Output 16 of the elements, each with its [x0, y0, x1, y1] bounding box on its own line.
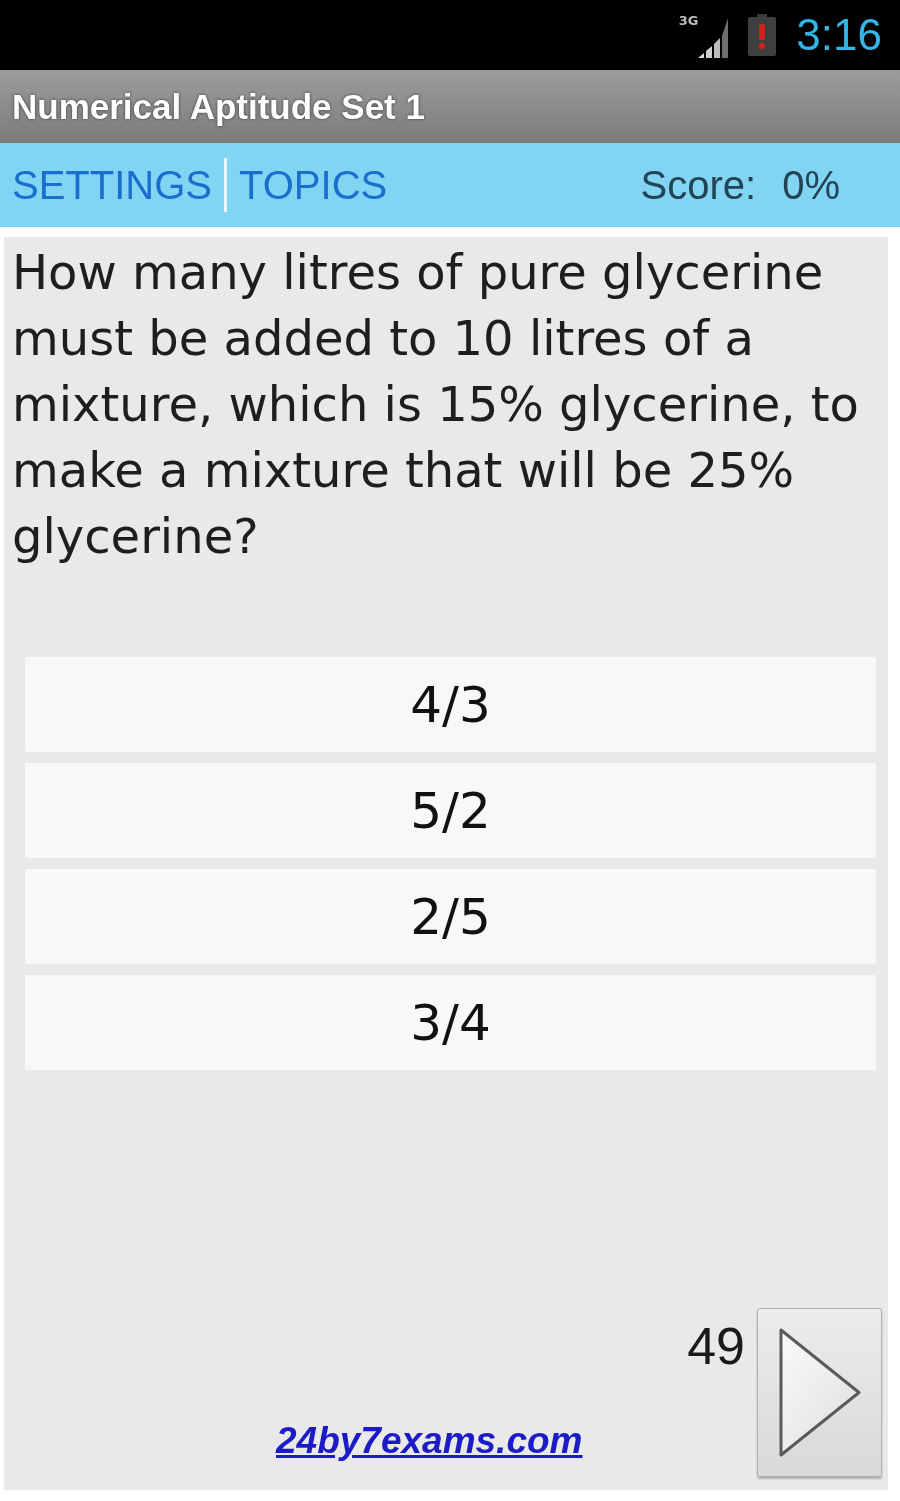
next-button[interactable]: [757, 1308, 882, 1477]
question-text: How many litres of pure glycerine must be added to 10 litres of a mixture, which is 15% glycerine, to make a mixture that will be 25% glycerine?: [12, 243, 860, 566]
answer-option[interactable]: 5/2: [25, 763, 876, 858]
clock-time: 3:16: [796, 13, 882, 57]
battery-alert-icon: [748, 14, 777, 56]
answer-option[interactable]: 3/4: [25, 975, 876, 1070]
score-value: 0%: [782, 162, 840, 208]
answer-option[interactable]: 2/5: [25, 869, 876, 964]
right-triangle-icon: [778, 1328, 861, 1457]
website-link[interactable]: 24by7exams.com: [276, 1420, 583, 1463]
app-title: Numerical Aptitude Set 1: [12, 86, 425, 127]
network-type-label: 3G: [678, 14, 699, 27]
answer-option[interactable]: 4/3: [25, 657, 876, 752]
question-number: 49: [687, 1320, 745, 1372]
signal-bars-icon: [698, 18, 729, 58]
score-label: Score:: [640, 162, 757, 208]
